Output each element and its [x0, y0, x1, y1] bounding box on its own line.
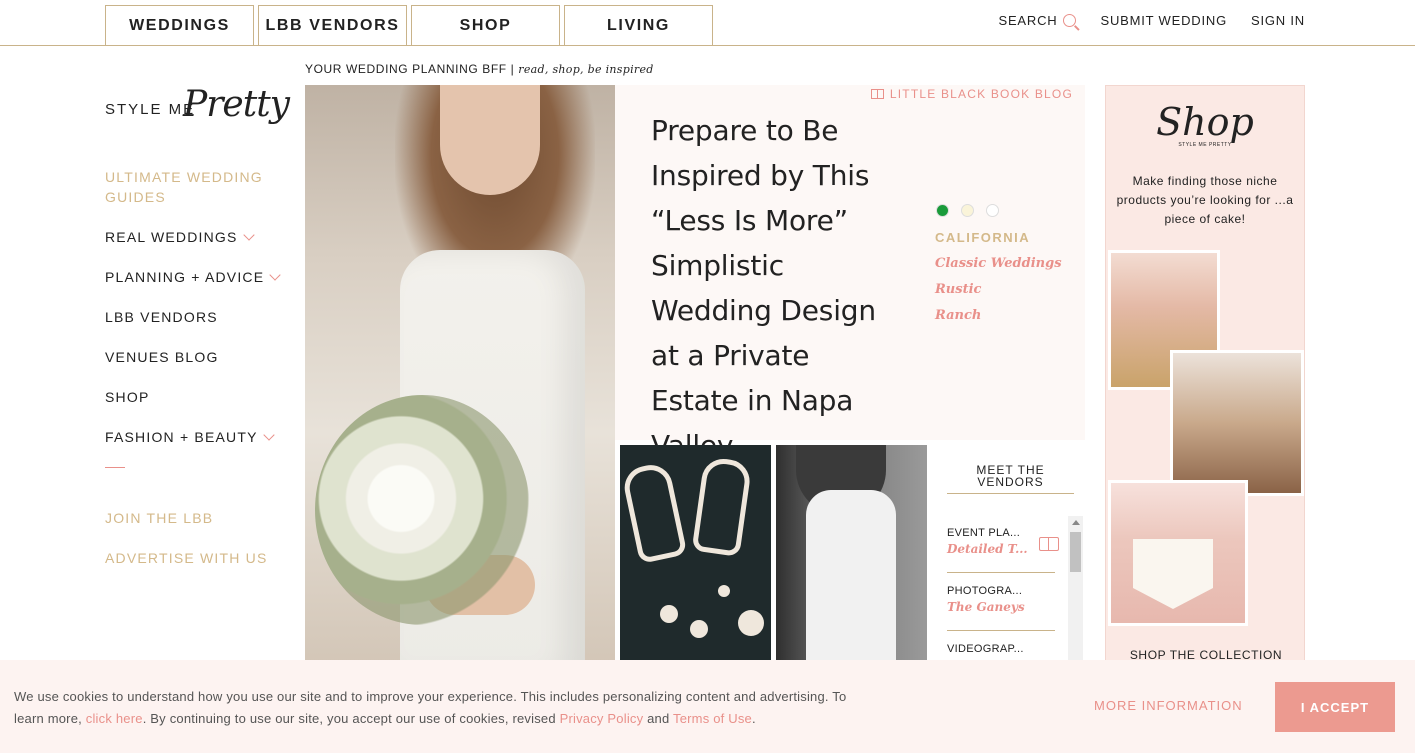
thumbnail-flower [660, 605, 678, 623]
terms-of-use-link[interactable]: Terms of Use [673, 711, 752, 726]
cookie-consent-banner: We use cookies to understand how you use… [0, 660, 1415, 753]
blog-tag-link[interactable]: LITTLE BLACK BOOK BLOG [870, 87, 1073, 101]
vendor-role: PHOTOGRA... [947, 585, 1023, 597]
meet-the-vendors: MEET THE VENDORS EVENT PLA... Detailed T… [947, 445, 1085, 660]
hero-image-face [440, 85, 540, 195]
sidebar-item-label: VENUES BLOG [105, 349, 219, 365]
cookie-text: . By continuing to use our site, you acc… [142, 711, 560, 726]
sidebar-item-ultimate-wedding-guides[interactable]: ULTIMATE WEDDING GUIDES [105, 167, 295, 227]
tagline-separator: | [510, 62, 515, 76]
top-navigation-bar: WEDDINGS LBB VENDORS SHOP LIVING SEARCH … [0, 0, 1415, 46]
vendors-heading: MEET THE VENDORS [947, 445, 1074, 488]
thumbnail-flower [718, 585, 730, 597]
sidebar-item-venues-blog[interactable]: VENUES BLOG [105, 347, 295, 387]
color-swatch[interactable] [986, 204, 999, 217]
region-link[interactable]: CALIFORNIA [935, 230, 1030, 245]
color-palette [936, 204, 999, 217]
sidebar-item-shop[interactable]: SHOP [105, 387, 295, 427]
gallery-thumbnail-shoes[interactable] [620, 445, 771, 660]
feature-hero-image[interactable] [305, 85, 615, 665]
category-link[interactable]: Ranch [935, 303, 1062, 329]
sidebar-navigation: ULTIMATE WEDDING GUIDES REAL WEDDINGS PL… [105, 167, 295, 588]
sidebar-item-label: SHOP [105, 389, 150, 405]
tab-living[interactable]: LIVING [564, 5, 713, 45]
more-information-button[interactable]: MORE INFORMATION [1094, 698, 1243, 713]
vendor-role: VIDEOGRAP... [947, 643, 1024, 655]
cookie-click-here-link[interactable]: click here [86, 711, 143, 726]
shop-ad-sublogo: STYLE ME PRETTY [1178, 142, 1232, 148]
gallery-thumbnail-bride[interactable] [776, 445, 927, 660]
tab-weddings[interactable]: WEDDINGS [105, 5, 254, 45]
vendor-item[interactable]: PHOTOGRA... The Ganeys [947, 573, 1055, 631]
sidebar-item-label: LBB VENDORS [105, 309, 218, 325]
shop-ad-logo: Shop [1156, 100, 1254, 144]
thumbnail-shoe-right [691, 456, 753, 557]
drinks-sign [1133, 539, 1213, 609]
tagline-main: YOUR WEDDING PLANNING BFF [305, 62, 507, 76]
thumbnail-shoe-left [620, 461, 688, 564]
shop-ad-photo-chairs [1170, 350, 1304, 496]
chevron-down-icon [242, 229, 255, 241]
sidebar-item-label: FASHION + BEAUTY [105, 429, 258, 445]
tab-shop[interactable]: SHOP [411, 5, 560, 45]
sidebar-item-fashion-beauty[interactable]: FASHION + BEAUTY [105, 427, 295, 467]
vendor-item[interactable]: EVENT PLA... Detailed T... [947, 515, 1059, 573]
sidebar-item-advertise[interactable]: ADVERTISE WITH US [105, 548, 295, 588]
logo-style-me: STYLE ME [105, 101, 196, 118]
submit-wedding-link[interactable]: SUBMIT WEDDING [1100, 13, 1227, 28]
scrollbar-thumb[interactable] [1070, 532, 1081, 572]
chevron-down-icon [269, 269, 281, 281]
color-swatch[interactable] [961, 204, 974, 217]
site-logo[interactable]: STYLE ME Pretty [105, 84, 295, 143]
search-button[interactable]: SEARCH [998, 13, 1077, 28]
book-icon[interactable] [1039, 537, 1059, 551]
sidebar-item-label: ULTIMATE WEDDING GUIDES [105, 169, 263, 205]
category-link[interactable]: Rustic [935, 277, 1062, 303]
sidebar-item-lbb-vendors[interactable]: LBB VENDORS [105, 307, 295, 347]
cookie-text: and [643, 711, 673, 726]
feature-title-panel: LITTLE BLACK BOOK BLOG Prepare to Be Ins… [615, 85, 1085, 462]
vendor-list-scrollbar[interactable] [1068, 516, 1083, 660]
utility-links: SEARCH SUBMIT WEDDING SIGN IN [998, 13, 1305, 28]
sidebar-item-join-lbb[interactable]: JOIN THE LBB [105, 508, 295, 548]
sidebar-item-label: ADVERTISE WITH US [105, 550, 268, 566]
logo-pretty: Pretty [183, 84, 290, 125]
color-swatch[interactable] [936, 204, 949, 217]
vendors-divider [947, 493, 1074, 494]
sidebar-item-planning-advice[interactable]: PLANNING + ADVICE [105, 267, 295, 307]
shop-advertisement[interactable]: Shop STYLE ME PRETTY Make finding those … [1105, 85, 1305, 665]
chevron-down-icon [262, 429, 275, 441]
thumbnail-flower [690, 620, 708, 638]
shop-ad-photo-drinks-sign [1108, 480, 1248, 626]
privacy-policy-link[interactable]: Privacy Policy [560, 711, 644, 726]
accept-cookies-button[interactable]: I ACCEPT [1275, 682, 1395, 732]
sidebar-divider [105, 467, 125, 468]
hero-image-bouquet [315, 395, 530, 625]
feature-headline[interactable]: Prepare to Be Inspired by This “Less Is … [651, 108, 896, 468]
thumbnail-flower [738, 610, 764, 636]
category-links: Classic Weddings Rustic Ranch [935, 251, 1062, 329]
scroll-up-arrow-icon[interactable] [1072, 520, 1080, 525]
category-link[interactable]: Classic Weddings [935, 251, 1062, 277]
blog-tag-label: LITTLE BLACK BOOK BLOG [889, 87, 1073, 101]
tagline-italic: read, shop, be inspired [518, 63, 654, 76]
main-nav-tabs: WEDDINGS LBB VENDORS SHOP LIVING [105, 5, 713, 45]
sidebar-item-label: PLANNING + ADVICE [105, 269, 265, 285]
thumbnail-bride-dress [806, 490, 896, 660]
cookie-message: We use cookies to understand how you use… [14, 686, 854, 730]
site-tagline: YOUR WEDDING PLANNING BFF | read, shop, … [305, 62, 654, 76]
book-icon [870, 89, 884, 99]
shop-ad-copy: Make finding those niche products you’re… [1116, 174, 1294, 226]
tab-lbb-vendors[interactable]: LBB VENDORS [258, 5, 407, 45]
search-icon [1063, 14, 1077, 27]
sidebar-item-label: JOIN THE LBB [105, 510, 214, 526]
search-label: SEARCH [998, 13, 1058, 28]
vendors-heading-line2: VENDORS [977, 475, 1044, 489]
vendor-name: The Ganeys [947, 600, 1025, 614]
sidebar-item-label: REAL WEDDINGS [105, 229, 238, 245]
cookie-text: . [751, 711, 756, 726]
sidebar-item-real-weddings[interactable]: REAL WEDDINGS [105, 227, 295, 267]
sign-in-link[interactable]: SIGN IN [1251, 13, 1305, 28]
